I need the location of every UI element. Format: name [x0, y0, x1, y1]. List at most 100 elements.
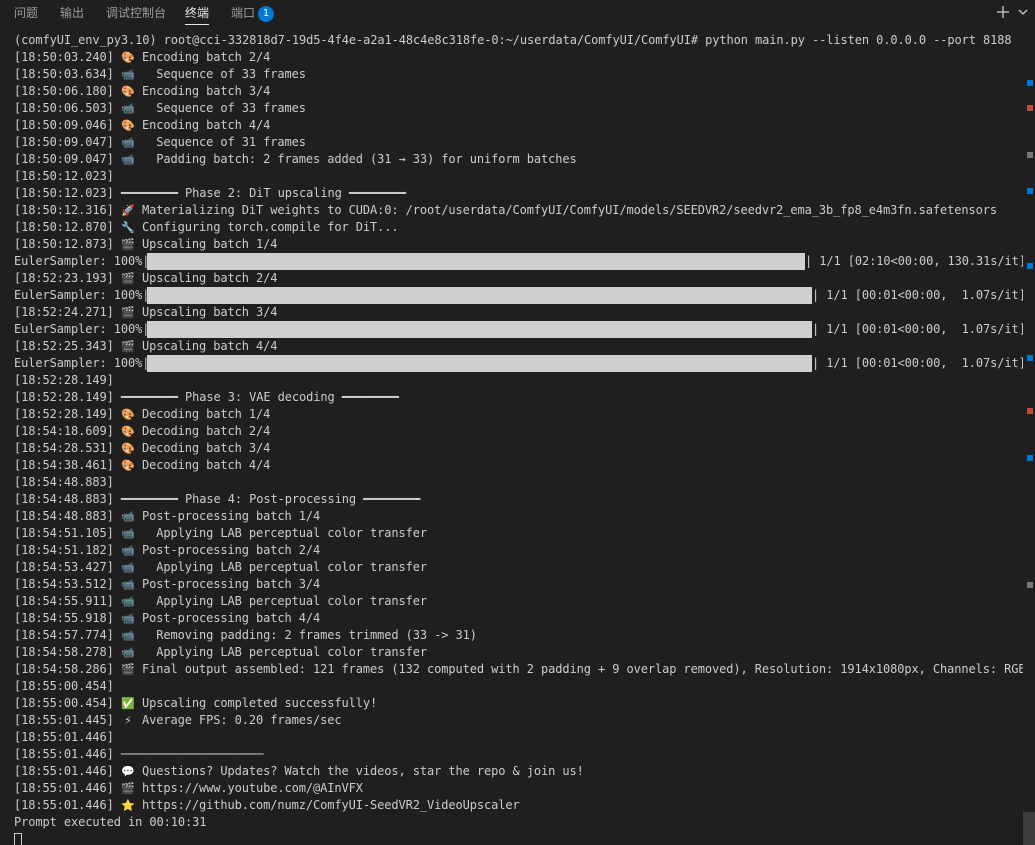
terminal-line: [18:54:58.278] 📹 Applying LAB perceptual… — [14, 644, 427, 661]
terminal-line: [18:50:03.240] 🎨 Encoding batch 2/4 — [14, 49, 270, 66]
log-message: Post-processing batch 4/4 — [134, 611, 321, 625]
log-message: Configuring torch.compile for DiT... — [134, 220, 399, 234]
timestamp: [18:54:51.105] — [14, 526, 121, 540]
scrollbar-thumb[interactable] — [1023, 812, 1035, 845]
log-message: Decoding batch 4/4 — [134, 458, 271, 472]
log-message: https://www.youtube.com/@AInVFX — [134, 781, 363, 795]
log-emoji-icon: ⭐ — [121, 799, 135, 812]
log-emoji-icon: 📹 — [121, 153, 135, 166]
timestamp: [18:50:06.503] — [14, 101, 121, 115]
terminal-line: [18:55:01.446] 💬 Questions? Updates? Wat… — [14, 763, 584, 780]
terminal-line: [18:50:12.023] — [14, 169, 114, 183]
log-message: https://github.com/numz/ComfyUI-SeedVR2_… — [134, 798, 520, 812]
tab-terminal[interactable]: 终端 — [185, 0, 210, 27]
log-message: Upscaling completed successfully! — [134, 696, 378, 710]
progress-bar-fill — [147, 287, 812, 304]
tab-problems[interactable]: 问题 — [14, 0, 38, 27]
terminal-line: [18:54:58.286] 🎬 Final output assembled:… — [14, 661, 1023, 678]
log-emoji-icon: 📹 — [121, 578, 135, 591]
tab-debug-console[interactable]: 调试控制台 — [106, 0, 166, 27]
log-message: Sequence of 31 frames — [134, 135, 306, 149]
log-emoji-icon: 🎨 — [121, 85, 135, 98]
log-message: Post-processing batch 1/4 — [134, 509, 321, 523]
log-emoji-icon: 📹 — [121, 595, 135, 608]
log-message: Sequence of 33 frames — [134, 67, 306, 81]
timestamp: [18:50:03.240] — [14, 50, 121, 64]
tab-label: 输出 — [60, 6, 85, 20]
log-message: Encoding batch 2/4 — [134, 50, 271, 64]
log-message: Questions? Updates? Watch the videos, st… — [134, 764, 584, 778]
terminal-line: [18:54:53.512] 📹 Post-processing batch 3… — [14, 576, 320, 593]
log-message: Encoding batch 3/4 — [134, 84, 271, 98]
log-emoji-icon: 🎨 — [121, 51, 135, 64]
tab-output[interactable]: 输出 — [60, 0, 84, 27]
timestamp: [18:50:09.046] — [14, 118, 121, 132]
progress-label: EulerSampler: 100%| — [14, 322, 150, 336]
panel-tab-bar: 问题 输出 调试控制台 终端 端口 1 — [0, 0, 1035, 27]
timestamp: [18:52:24.271] — [14, 305, 121, 319]
timestamp: [18:54:55.911] — [14, 594, 121, 608]
progress-bar-fill — [147, 253, 805, 270]
terminal-output[interactable]: (comfyUI_env_py3.10) root@cci-332818d7-1… — [0, 27, 1023, 845]
tab-label: 问题 — [14, 6, 39, 20]
log-emoji-icon: ⚡ — [124, 714, 132, 727]
log-emoji-icon: 📹 — [121, 629, 135, 642]
terminal-line: [18:54:55.918] 📹 Post-processing batch 4… — [14, 610, 320, 627]
terminal-line: [18:50:09.047] 📹 Sequence of 31 frames — [14, 134, 306, 151]
terminal-line: [18:50:06.503] 📹 Sequence of 33 frames — [14, 100, 306, 117]
timestamp: [18:52:28.149] — [14, 407, 121, 421]
log-emoji-icon: 📹 — [121, 136, 135, 149]
log-emoji-icon: 🎬 — [121, 782, 135, 795]
terminal-line: [18:52:23.193] 🎬 Upscaling batch 2/4 — [14, 270, 277, 287]
terminal-line: [18:50:12.870] 🔧 Configuring torch.compi… — [14, 219, 399, 236]
log-message: Upscaling batch 1/4 — [134, 237, 278, 251]
terminal-line: [18:50:09.047] 📹 Padding batch: 2 frames… — [14, 151, 577, 168]
timestamp: [18:50:03.634] — [14, 67, 121, 81]
log-message: Applying LAB perceptual color transfer — [134, 645, 427, 659]
tab-ports[interactable]: 端口 1 — [231, 0, 275, 27]
log-emoji-icon: 📹 — [121, 561, 135, 574]
tab-label: 终端 — [185, 6, 210, 20]
scrollbar-marker — [1027, 455, 1033, 461]
progress-bar-fill — [147, 321, 812, 338]
timestamp: [18:50:06.180] — [14, 84, 121, 98]
timestamp: [18:54:38.461] — [14, 458, 121, 472]
log-emoji-icon: 🎬 — [121, 340, 135, 353]
terminal-dropdown-button[interactable] — [1014, 3, 1032, 21]
timestamp: [18:50:09.047] — [14, 152, 121, 166]
ports-count-badge: 1 — [258, 6, 275, 22]
new-terminal-button[interactable] — [993, 2, 1013, 22]
terminal-line: [18:50:12.873] 🎬 Upscaling batch 1/4 — [14, 236, 277, 253]
progress-label: EulerSampler: 100%| — [14, 356, 150, 370]
scrollbar-marker — [1027, 582, 1033, 588]
progress-label: EulerSampler: 100%| — [14, 288, 150, 302]
progress-stats: | 1/1 [00:01<00:00, 1.07s/it] — [812, 356, 1023, 370]
log-message: Decoding batch 2/4 — [134, 424, 271, 438]
timestamp: [18:55:01.446] — [14, 781, 121, 795]
scrollbar-marker — [1027, 188, 1033, 194]
timestamp: [18:50:12.316] — [14, 203, 121, 217]
log-emoji-icon: 🎨 — [121, 425, 135, 438]
terminal-line: [18:54:18.609] 🎨 Decoding batch 2/4 — [14, 423, 270, 440]
tab-label: 调试控制台 — [106, 6, 167, 20]
scrollbar-marker — [1027, 105, 1033, 111]
log-message: Decoding batch 1/4 — [134, 407, 271, 421]
timestamp: [18:54:51.182] — [14, 543, 121, 557]
log-message: Upscaling batch 4/4 — [134, 339, 278, 353]
terminal-line: [18:50:09.046] 🎨 Encoding batch 4/4 — [14, 117, 270, 134]
scrollbar-marker — [1027, 152, 1033, 158]
log-message: Post-processing batch 3/4 — [134, 577, 321, 591]
terminal-line: Prompt executed in 00:10:31 — [14, 815, 207, 829]
terminal-line: [18:55:00.454] — [14, 679, 114, 693]
log-emoji-icon: 💬 — [121, 765, 135, 778]
scrollbar-marker — [1027, 263, 1033, 269]
timestamp: [18:50:09.047] — [14, 135, 121, 149]
log-emoji-icon: 🎬 — [121, 238, 135, 251]
terminal-scrollbar[interactable] — [1023, 27, 1035, 845]
terminal-line: [18:54:55.911] 📹 Applying LAB perceptual… — [14, 593, 427, 610]
log-message: Sequence of 33 frames — [134, 101, 306, 115]
timestamp: [18:54:53.512] — [14, 577, 121, 591]
log-message: Average FPS: 0.20 frames/sec — [134, 713, 342, 727]
log-emoji-icon: 🎬 — [121, 663, 135, 676]
timestamp: [18:54:58.278] — [14, 645, 121, 659]
